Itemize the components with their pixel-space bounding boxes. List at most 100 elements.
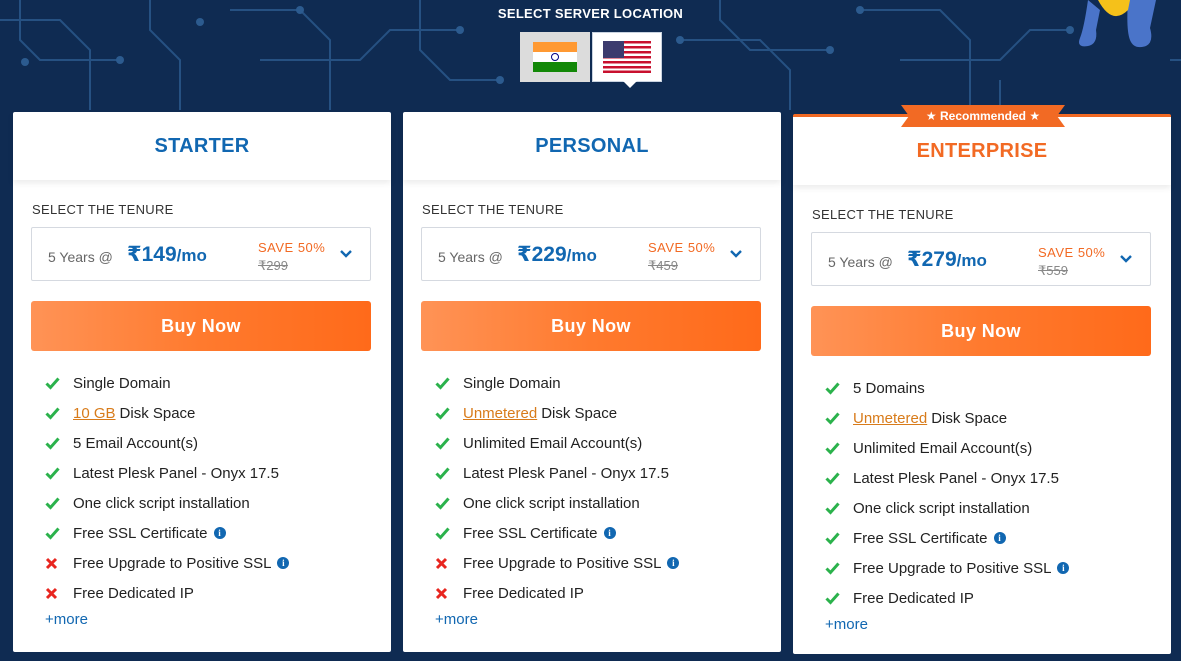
- check-icon: [825, 471, 853, 485]
- info-icon[interactable]: i: [993, 532, 1006, 544]
- feature-item: One click script installation: [45, 488, 289, 518]
- feature-item: 5 Domains: [825, 373, 1069, 403]
- check-icon: [825, 531, 853, 545]
- feature-item: Free SSL Certificate i: [825, 523, 1069, 553]
- feature-item: Latest Plesk Panel - Onyx 17.5: [435, 458, 679, 488]
- cross-icon: [45, 557, 73, 570]
- tenure-label: SELECT THE TENURE: [32, 202, 174, 217]
- feature-text: 5 Domains: [853, 380, 925, 397]
- tenure-dropdown[interactable]: 5 Years @ ₹149/mo SAVE 50% ₹299: [31, 227, 371, 281]
- more-link[interactable]: +more: [825, 616, 868, 633]
- feature-label: 5 Domains: [853, 379, 925, 397]
- feature-list: Single Domain 10 GB Disk Space 5 Email Acco…: [45, 368, 290, 608]
- tenure-years: 5 Years @: [438, 249, 503, 265]
- feature-link[interactable]: 10 GB: [73, 405, 116, 422]
- feature-label: Unlimited Email Account(s): [463, 434, 643, 452]
- feature-list: 5 Domains Unmetered Disk Space Unlimited Em…: [825, 373, 1070, 613]
- location-usa-button[interactable]: [592, 32, 662, 88]
- more-link[interactable]: +more: [45, 611, 88, 628]
- feature-label: Disk Space: [931, 409, 1008, 427]
- feature-text: One click script installation: [73, 495, 250, 512]
- check-icon: [45, 406, 73, 420]
- cross-icon: [45, 587, 73, 600]
- old-price: ₹559: [1038, 263, 1068, 278]
- check-icon: [45, 496, 73, 510]
- feature-item: Unlimited Email Account(s): [825, 433, 1069, 463]
- feature-link[interactable]: Unmetered: [463, 405, 537, 422]
- price: ₹149/mo: [127, 242, 207, 267]
- feature-text: Unmetered Disk Space: [853, 410, 1007, 427]
- plan-card-enterprise: ★ Recommended ★ ENTERPRISE SELECT THE TE…: [793, 105, 1171, 654]
- chevron-down-icon[interactable]: [338, 246, 354, 262]
- feature-label: Disk Space: [541, 404, 618, 422]
- tenure-dropdown[interactable]: 5 Years @ ₹279/mo SAVE 50% ₹559: [811, 232, 1151, 286]
- chevron-down-icon[interactable]: [1118, 251, 1134, 267]
- location-india-button[interactable]: [520, 32, 590, 82]
- tenure-label: SELECT THE TENURE: [422, 202, 564, 217]
- info-icon[interactable]: i: [603, 527, 616, 539]
- feature-text: Single Domain: [463, 375, 561, 392]
- price-amount: ₹149: [127, 243, 177, 266]
- feature-text: Single Domain: [73, 375, 171, 392]
- recommended-badge: ★ Recommended ★: [901, 105, 1065, 127]
- check-icon: [435, 436, 463, 450]
- plan-name: ENTERPRISE: [916, 139, 1048, 162]
- feature-text: Free SSL Certificate: [463, 525, 598, 542]
- price-amount: ₹279: [907, 248, 957, 271]
- feature-text: Free Dedicated IP: [73, 585, 194, 602]
- feature-item: Unmetered Disk Space: [435, 398, 679, 428]
- cross-icon: [435, 557, 463, 570]
- feature-text: One click script installation: [853, 500, 1030, 517]
- feature-text: Unlimited Email Account(s): [853, 440, 1032, 457]
- feature-label: 5 Email Account(s): [73, 434, 199, 452]
- save-badge: SAVE 50%: [258, 240, 326, 255]
- feature-text: Free Upgrade to Positive SSL: [463, 555, 661, 572]
- buy-now-button[interactable]: Buy Now: [421, 301, 761, 351]
- plan-card-starter: STARTER SELECT THE TENURE 5 Years @ ₹149…: [13, 112, 391, 652]
- feature-label: Free Upgrade to Positive SSL: [853, 559, 1052, 577]
- info-icon[interactable]: i: [213, 527, 226, 539]
- plan-header: PERSONAL: [403, 112, 781, 180]
- buy-now-button[interactable]: Buy Now: [31, 301, 371, 351]
- check-icon: [45, 466, 73, 480]
- check-icon: [435, 526, 463, 540]
- price-amount: ₹229: [517, 243, 567, 266]
- feature-label: One click script installation: [463, 494, 640, 512]
- feature-item: Free Upgrade to Positive SSL i: [825, 553, 1070, 583]
- feature-label: Single Domain: [73, 374, 171, 392]
- feature-item: Free Dedicated IP: [825, 583, 1069, 613]
- info-icon[interactable]: i: [277, 557, 290, 569]
- check-icon: [45, 376, 73, 390]
- check-icon: [435, 466, 463, 480]
- feature-item: Unmetered Disk Space: [825, 403, 1069, 433]
- info-icon[interactable]: i: [1057, 562, 1070, 574]
- info-icon[interactable]: i: [667, 557, 680, 569]
- plan-header: ENTERPRISE: [793, 117, 1171, 185]
- feature-label: Free SSL Certificate: [853, 529, 988, 547]
- feature-item: Single Domain: [435, 368, 679, 398]
- feature-link[interactable]: Unmetered: [853, 410, 927, 427]
- plan-card-personal: PERSONAL SELECT THE TENURE 5 Years @ ₹22…: [403, 112, 781, 652]
- check-icon: [45, 526, 73, 540]
- feature-label: Free Upgrade to Positive SSL: [463, 554, 662, 572]
- more-link[interactable]: +more: [435, 611, 478, 628]
- feature-label: One click script installation: [853, 499, 1030, 517]
- chevron-down-icon[interactable]: [728, 246, 744, 262]
- buy-now-button[interactable]: Buy Now: [811, 306, 1151, 356]
- feature-label: Latest Plesk Panel - Onyx 17.5: [463, 464, 669, 482]
- feature-label: Latest Plesk Panel - Onyx 17.5: [73, 464, 279, 482]
- feature-item: Free SSL Certificate i: [435, 518, 679, 548]
- tenure-dropdown[interactable]: 5 Years @ ₹229/mo SAVE 50% ₹459: [421, 227, 761, 281]
- check-icon: [435, 406, 463, 420]
- feature-label: Free Dedicated IP: [853, 589, 974, 607]
- tenure-label: SELECT THE TENURE: [812, 207, 954, 222]
- feature-text: Unmetered Disk Space: [463, 405, 617, 422]
- feature-label: One click script installation: [73, 494, 250, 512]
- check-icon: [45, 436, 73, 450]
- plan-header: STARTER: [13, 112, 391, 180]
- feature-label: Free SSL Certificate: [73, 524, 208, 542]
- check-icon: [825, 381, 853, 395]
- feature-text: Free Dedicated IP: [463, 585, 584, 602]
- feature-item: 10 GB Disk Space: [45, 398, 289, 428]
- feature-item: 5 Email Account(s): [45, 428, 289, 458]
